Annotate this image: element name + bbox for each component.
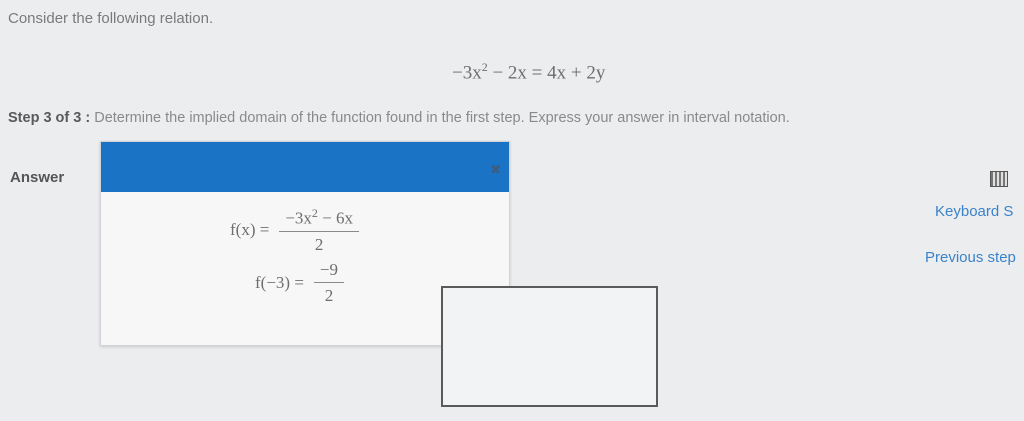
- step-text: Determine the implied domain of the func…: [90, 110, 790, 126]
- calculator-icon[interactable]: [990, 171, 1008, 187]
- evaluation-equation: f(−3) = −9 2: [255, 260, 345, 306]
- function-denominator: 2: [314, 234, 324, 254]
- step-label: Step 3 of 3 :: [8, 110, 91, 126]
- relation-rest: − 2x = 4x + 2y: [487, 62, 606, 84]
- function-equation: f(x) = −3x2 − 6x 2: [230, 206, 360, 255]
- question-intro: Consider the following relation.: [8, 10, 214, 27]
- function-fraction: −3x2 − 6x 2: [279, 206, 360, 255]
- previous-step-link[interactable]: Previous step: [925, 249, 1016, 266]
- evaluation-denominator: 2: [324, 286, 334, 305]
- numerator-lead: −3x: [285, 208, 312, 228]
- relation-equation: −3x2 − 2x = 4x + 2y: [452, 60, 605, 84]
- step-instruction: Step 3 of 3 : Determine the implied doma…: [8, 110, 790, 126]
- answer-label: Answer: [10, 169, 65, 186]
- keyboard-shortcuts-link[interactable]: Keyboard S: [935, 203, 1013, 220]
- evaluation-fraction: −9 2: [313, 260, 345, 306]
- evaluation-numerator: −9: [313, 260, 345, 283]
- relation-lead: −3x: [452, 62, 482, 84]
- panel-header[interactable]: ✖: [101, 142, 509, 192]
- evaluation-lhs: f(−3) =: [255, 273, 304, 292]
- answer-input-box[interactable]: [441, 286, 658, 407]
- numerator-rest: − 6x: [317, 208, 354, 228]
- function-lhs: f(x) =: [230, 220, 270, 240]
- close-icon[interactable]: ✖: [490, 162, 501, 178]
- function-numerator: −3x2 − 6x: [279, 206, 360, 232]
